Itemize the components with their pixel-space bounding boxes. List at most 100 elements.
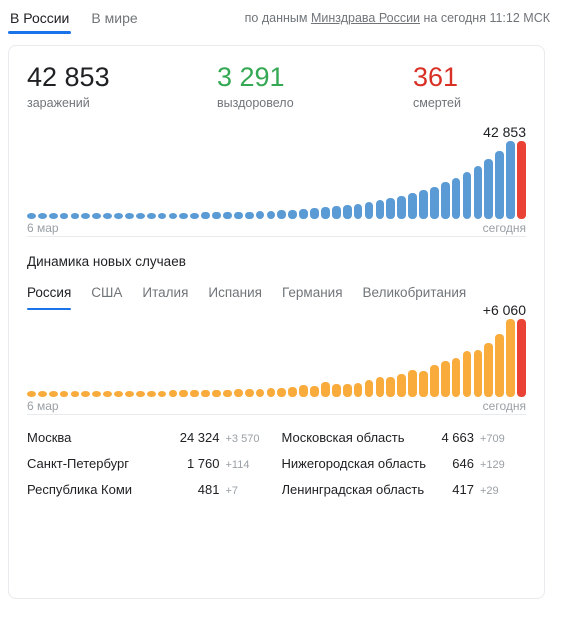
bar[interactable]	[451, 358, 461, 397]
bar[interactable]	[70, 390, 80, 397]
bar[interactable]	[342, 205, 352, 219]
bar[interactable]	[386, 198, 396, 219]
bar[interactable]	[266, 210, 276, 219]
bar[interactable]	[255, 388, 265, 397]
bar[interactable]	[37, 212, 47, 219]
bar[interactable]	[168, 390, 178, 397]
region-total: 24 324	[179, 430, 220, 445]
bar[interactable]	[288, 209, 298, 219]
bar[interactable]	[103, 212, 112, 219]
bar[interactable]	[484, 159, 494, 219]
bar[interactable]	[321, 381, 330, 397]
bar[interactable]	[212, 390, 221, 397]
bar[interactable]	[146, 390, 156, 397]
bar[interactable]	[419, 371, 428, 397]
bar[interactable]	[310, 385, 319, 397]
bar[interactable]	[397, 195, 407, 219]
stat-recovered-value: 3 291	[217, 62, 285, 92]
bar[interactable]	[342, 384, 352, 397]
bar[interactable]	[81, 212, 91, 219]
bar[interactable]	[473, 350, 483, 397]
bar[interactable]	[321, 207, 330, 219]
bar[interactable]	[397, 373, 407, 397]
bar[interactable]	[190, 212, 200, 219]
bar[interactable]	[386, 377, 396, 397]
bar[interactable]	[48, 390, 58, 397]
bar[interactable]	[506, 141, 515, 219]
bar[interactable]	[255, 211, 265, 219]
bar[interactable]	[429, 186, 439, 219]
bar[interactable]	[375, 200, 385, 219]
bar[interactable]	[451, 177, 461, 219]
bar[interactable]	[408, 369, 417, 397]
bar[interactable]	[125, 212, 134, 219]
bar[interactable]	[419, 190, 428, 219]
bar[interactable]	[190, 390, 200, 397]
bar[interactable]	[331, 383, 341, 397]
bar[interactable]	[135, 390, 145, 397]
tab-v-rossii[interactable]: В России	[8, 8, 72, 34]
bar[interactable]	[157, 212, 167, 219]
regions-column-right: Московская область 4 663 +709 Нижегородская…	[272, 425, 527, 503]
bar[interactable]	[114, 390, 123, 397]
bar[interactable]	[103, 390, 112, 397]
bar[interactable]	[277, 210, 287, 219]
bar[interactable]	[353, 383, 363, 397]
bar[interactable]	[299, 209, 308, 219]
bar[interactable]	[212, 212, 221, 219]
bar[interactable]	[364, 379, 374, 397]
bar[interactable]	[168, 212, 178, 219]
bar[interactable]	[484, 342, 494, 397]
bar[interactable]	[233, 211, 243, 219]
bar[interactable]	[157, 390, 167, 397]
bar[interactable]	[37, 390, 47, 397]
bar[interactable]	[310, 208, 319, 219]
bar[interactable]	[125, 390, 134, 397]
bar[interactable]	[233, 389, 243, 397]
bar[interactable]	[375, 377, 385, 397]
bar[interactable]	[59, 390, 69, 397]
bar[interactable]	[223, 212, 232, 219]
bar[interactable]	[299, 385, 308, 397]
tab-v-mire[interactable]: В мире	[89, 8, 139, 34]
bar[interactable]	[331, 206, 341, 219]
bar[interactable]	[506, 319, 515, 397]
source-link-minzdrav[interactable]: Минздрава России	[311, 11, 420, 25]
bar[interactable]	[495, 334, 505, 397]
bar[interactable]	[48, 212, 58, 219]
bar[interactable]	[353, 203, 363, 219]
bar[interactable]	[27, 213, 36, 219]
bar[interactable]	[517, 319, 526, 397]
bar[interactable]	[114, 212, 123, 219]
bar[interactable]	[92, 212, 102, 219]
bar[interactable]	[179, 390, 189, 397]
bar[interactable]	[244, 211, 254, 219]
bar[interactable]	[81, 391, 91, 397]
bar[interactable]	[201, 390, 210, 397]
bar[interactable]	[179, 212, 189, 219]
bar[interactable]	[364, 202, 374, 219]
bar[interactable]	[223, 390, 232, 397]
bar[interactable]	[244, 388, 254, 397]
bar[interactable]	[517, 141, 526, 219]
bar[interactable]	[408, 192, 417, 219]
bar[interactable]	[70, 212, 80, 219]
bar[interactable]	[495, 151, 505, 219]
bar[interactable]	[146, 212, 156, 219]
bar[interactable]	[288, 387, 298, 397]
table-row: Нижегородская область 646 +129	[282, 451, 527, 477]
bar[interactable]	[266, 388, 276, 397]
bar[interactable]	[440, 182, 450, 219]
bar[interactable]	[429, 365, 439, 397]
bar[interactable]	[277, 387, 287, 397]
bar[interactable]	[440, 360, 450, 397]
bar[interactable]	[473, 166, 483, 219]
bar[interactable]	[92, 390, 102, 397]
bar[interactable]	[135, 212, 145, 219]
bar[interactable]	[201, 212, 210, 219]
regions-column-left: Москва 24 324 +3 570 Санкт-Петербург 1 760 +1…	[27, 425, 272, 503]
bar[interactable]	[462, 350, 472, 397]
bar[interactable]	[27, 391, 36, 397]
bar[interactable]	[462, 171, 472, 219]
bar[interactable]	[59, 212, 69, 219]
